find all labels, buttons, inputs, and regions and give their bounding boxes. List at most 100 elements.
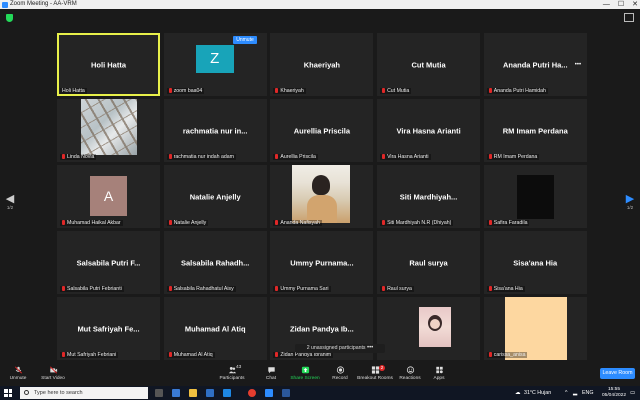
participant-display-name: Cut Mutia bbox=[411, 60, 446, 69]
muted-mic-icon bbox=[488, 286, 492, 291]
participant-name-label: Aurellia Priscila bbox=[273, 154, 318, 160]
muted-mic-icon bbox=[382, 88, 386, 93]
file-explorer-icon[interactable] bbox=[189, 389, 197, 397]
participant-name-label: Muhamad Haikal Akbar bbox=[60, 220, 123, 226]
participant-tile[interactable]: Holi Hatta Holi Hatta bbox=[57, 33, 160, 96]
muted-mic-icon bbox=[62, 220, 65, 225]
participant-display-name: Khaeriyah bbox=[303, 60, 341, 69]
notification-icon[interactable]: ▭ bbox=[630, 386, 635, 400]
participant-tile[interactable]: carissa_anisa bbox=[483, 297, 587, 360]
participant-tile[interactable]: Muhamad Al Atiq Muhamad Al Atiq bbox=[163, 297, 267, 360]
windows-start-icon[interactable] bbox=[4, 389, 12, 397]
weather-icon[interactable]: ☁ bbox=[515, 386, 520, 400]
participant-name-label: Raul surya bbox=[380, 286, 414, 292]
close-button[interactable]: ✕ bbox=[632, 0, 638, 9]
muted-mic-icon bbox=[382, 220, 386, 225]
store-icon[interactable] bbox=[206, 389, 214, 397]
more-icon[interactable]: ••• bbox=[367, 344, 373, 353]
apps-button[interactable]: Apps bbox=[430, 362, 448, 386]
participant-tile[interactable]: Ananda Putri Ha... ••• Ananda Putri Hamida… bbox=[483, 33, 587, 96]
chrome-icon[interactable] bbox=[248, 389, 256, 397]
start-video-button[interactable]: Start Video bbox=[38, 362, 68, 386]
edge-icon[interactable] bbox=[172, 389, 180, 397]
participant-name-label: rachmatia nur indah adam bbox=[166, 154, 236, 160]
unmute-button[interactable]: Unmute bbox=[6, 362, 30, 386]
breakout-rooms-label: Breakout Rooms bbox=[357, 376, 393, 381]
apps-icon bbox=[435, 366, 443, 374]
participant-tile[interactable]: Ummy Purnama... Ummy Purnama Sari bbox=[270, 231, 374, 294]
participant-tile[interactable]: RM Imam Perdana RM Imam Perdana bbox=[483, 99, 587, 162]
share-screen-label: Share Screen bbox=[290, 376, 320, 381]
participant-tile[interactable]: Ananda Nafisyah bbox=[270, 165, 374, 228]
muted-mic-icon bbox=[14, 366, 22, 374]
participant-name-label: carissa_anisa bbox=[486, 352, 528, 358]
participant-tile[interactable]: A Muhamad Haikal Akbar bbox=[57, 165, 160, 228]
participant-display-name: Siti Mardhiyah... bbox=[399, 192, 458, 201]
chat-icon bbox=[267, 367, 275, 374]
unmute-badge[interactable]: Unmute bbox=[233, 36, 257, 44]
more-options-icon[interactable]: ••• bbox=[575, 62, 583, 68]
participant-tile[interactable]: Vira Hasna Arianti Vira Hasna Arianti bbox=[377, 99, 481, 162]
chevron-up-icon[interactable]: ^ bbox=[565, 386, 568, 400]
muted-mic-icon bbox=[168, 352, 172, 357]
leave-room-button[interactable]: Leave Room bbox=[600, 368, 635, 379]
reactions-button[interactable]: Reactions bbox=[398, 362, 422, 386]
participant-tile[interactable]: rachmatia nur in... rachmatia nur indah a… bbox=[163, 99, 267, 162]
apps-label: Apps bbox=[433, 376, 445, 381]
window-title: Zoom Meeting - AA-VRM bbox=[10, 1, 77, 7]
participant-tile[interactable]: Cut Mutia Cut Mutia bbox=[377, 33, 481, 96]
breakout-rooms-badge: 2 bbox=[379, 365, 385, 371]
participant-tile[interactable]: Salsabila Putri F... Salsabila Putri Febr… bbox=[57, 231, 160, 294]
participant-name-text: Khaeriyah bbox=[280, 88, 304, 94]
participant-display-name: Zidan Pandya Ib... bbox=[289, 324, 354, 333]
left-arrow-icon[interactable]: ◀ bbox=[5, 194, 15, 205]
participant-tile[interactable]: Khaeriyah Khaeriyah bbox=[270, 33, 374, 96]
muted-mic-icon bbox=[168, 220, 172, 225]
participants-button[interactable]: Participants 43 bbox=[217, 362, 247, 386]
maximize-button[interactable]: ☐ bbox=[618, 0, 624, 9]
mail-icon[interactable] bbox=[223, 389, 231, 397]
windows-taskbar: Type here to search ☁ 31°C Hujan ^ ▂ ENG… bbox=[0, 386, 640, 400]
taskbar-search-input[interactable]: Type here to search bbox=[20, 387, 148, 399]
record-button[interactable]: Record bbox=[330, 362, 350, 386]
previous-page-control[interactable]: ◀ 1/2 bbox=[5, 194, 15, 214]
participant-tile[interactable]: Safira Faradila bbox=[483, 165, 587, 228]
grid-view-icon[interactable] bbox=[624, 13, 634, 22]
breakout-rooms-button[interactable]: Breakout Rooms 2 bbox=[357, 362, 393, 386]
start-video-label: Start Video bbox=[41, 376, 65, 381]
participant-name-label: Salsabila Rahadhatul Aisy bbox=[166, 286, 236, 292]
share-screen-button[interactable]: Share Screen bbox=[290, 362, 320, 386]
muted-mic-icon bbox=[275, 352, 279, 357]
weather-text[interactable]: 31°C Hujan bbox=[524, 386, 551, 400]
participant-tile[interactable]: Sisa'ana Hia Sisa'ana Hia bbox=[483, 231, 587, 294]
participant-name-label: Ananda Putri Hamidah bbox=[486, 88, 548, 94]
shield-icon[interactable] bbox=[6, 14, 13, 22]
participant-tile[interactable]: Aurellia Priscila Aurellia Priscila bbox=[270, 99, 374, 162]
taskbar-clock[interactable]: 15:55 05/04/2022 bbox=[602, 387, 626, 399]
clock-date: 05/04/2022 bbox=[602, 393, 627, 398]
participant-display-name: Vira Hasna Arianti bbox=[396, 126, 461, 135]
participant-tile[interactable]: Natalie Anjelly Natalie Anjelly bbox=[163, 165, 267, 228]
muted-mic-icon bbox=[62, 352, 65, 357]
zoom-taskbar-icon[interactable] bbox=[265, 389, 273, 397]
network-icon[interactable]: ▂ bbox=[573, 386, 577, 400]
participant-tile[interactable]: Raul surya Raul surya bbox=[377, 231, 481, 294]
task-view-icon[interactable] bbox=[155, 389, 163, 397]
participant-tile[interactable] bbox=[377, 297, 481, 360]
participant-tile[interactable]: Mut Safriyah Fe... Mut Safriyah Febriani bbox=[57, 297, 160, 360]
minimize-button[interactable]: — bbox=[603, 0, 610, 9]
unassigned-participants-bar[interactable]: 2 unassigned participants ••• bbox=[295, 344, 385, 353]
language-indicator[interactable]: ENG bbox=[582, 386, 593, 400]
participant-name-text: Safira Faradila bbox=[493, 220, 528, 226]
next-page-control[interactable]: ▶ 1/2 bbox=[625, 194, 635, 214]
right-arrow-icon[interactable]: ▶ bbox=[625, 194, 635, 205]
participant-tile[interactable]: Siti Mardhiyah... Siti Mardhiyah N.R (Dhi… bbox=[377, 165, 481, 228]
participant-avatar: A bbox=[90, 176, 127, 216]
participant-tile[interactable]: Salsabila Rahadh... Salsabila Rahadhatul … bbox=[163, 231, 267, 294]
participant-name-text: Mut Safriyah Febriani bbox=[67, 352, 117, 358]
chat-button[interactable]: Chat bbox=[262, 362, 280, 386]
participant-name-text: Muhamad Al Atiq bbox=[173, 352, 213, 358]
muted-mic-icon bbox=[382, 154, 386, 159]
word-icon[interactable] bbox=[282, 389, 290, 397]
participant-tile[interactable]: Linda Novia bbox=[57, 99, 160, 162]
